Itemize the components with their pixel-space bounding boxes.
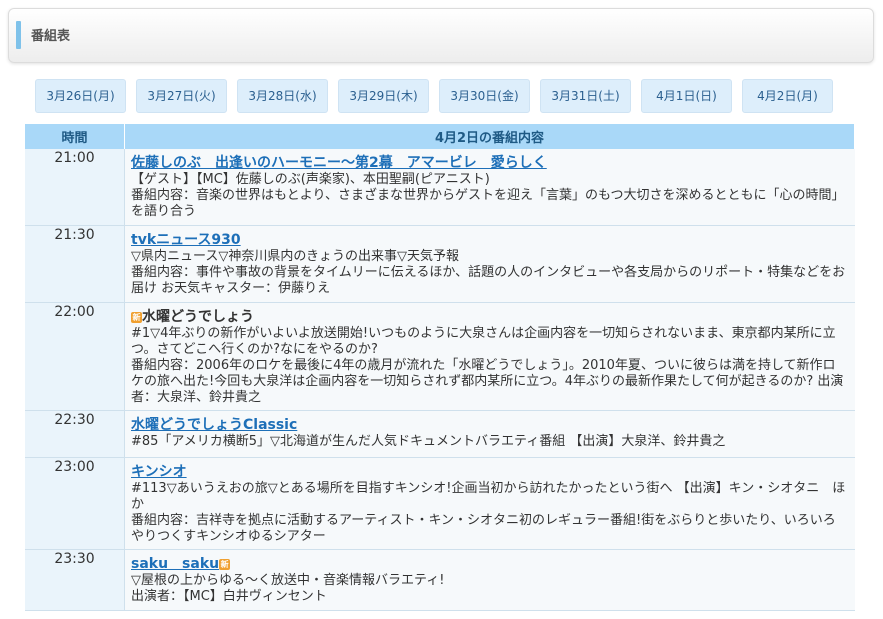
program-detail: #1▽4年ぶりの新作がいよいよ放送開始!いつものように大泉さんは企画内容を一切知… — [131, 325, 836, 357]
program-detail: 番組内容：音楽の世界はもとより、さまざまな世界からゲストを迎え「言葉」のもつ大切… — [131, 188, 845, 219]
time-cell: 23:30 — [25, 549, 125, 611]
program-detail: 【ゲスト】【MC】佐藤しのぶ(声楽家)、本田聖嗣(ピアニスト) — [131, 172, 490, 187]
date-tab-0330[interactable]: 3月30日(金) — [439, 79, 530, 113]
program-detail: 番組内容：吉祥寺を拠点に活動するアーティスト・キン・シオタニ初のレギュラー番組!… — [131, 512, 836, 544]
program-title-link[interactable]: saku saku — [131, 556, 219, 572]
column-header-content: 4月2日の番組内容 — [124, 124, 855, 149]
program-cell: 佐藤しのぶ 出逢いのハーモニー〜第2幕 アマービレ 愛らしく 【ゲスト】【MC】… — [124, 149, 855, 226]
date-tab-0327[interactable]: 3月27日(火) — [136, 79, 227, 113]
table-row: 21:30 tvkニュース930 ▽県内ニュース▽神奈川県内のきょうの出来事▽天… — [25, 225, 855, 303]
program-detail: 番組内容：2006年のロケを最後に4年の歳月が流れた「水曜どうでしょう」。201… — [131, 357, 844, 405]
date-tab-0331[interactable]: 3月31日(土) — [540, 79, 631, 113]
table-row: 22:30 水曜どうでしょうClassic #85「アメリカ横断5」▽北海道が生… — [25, 410, 855, 458]
date-tab-0402[interactable]: 4月2日(月) — [742, 79, 833, 113]
program-detail: 出演者：【MC】白井ヴィンセント — [131, 588, 327, 604]
table-header-row: 時間 4月2日の番組内容 — [25, 124, 855, 149]
program-title-link[interactable]: 水曜どうでしょうClassic — [131, 417, 297, 433]
table-row: 23:00 キンシオ #113▽あいうえおの旅▽とある場所を目指すキンシオ!企画… — [25, 457, 855, 550]
header-accent-bar — [16, 21, 21, 49]
table-row: 22:00 新水曜どうでしょう #1▽4年ぶりの新作がいよいよ放送開始!いつもの… — [25, 302, 855, 411]
program-cell: tvkニュース930 ▽県内ニュース▽神奈川県内のきょうの出来事▽天気予報 番組… — [124, 225, 855, 303]
time-cell: 22:00 — [25, 302, 125, 411]
program-title-link[interactable]: 佐藤しのぶ 出逢いのハーモニー〜第2幕 アマービレ 愛らしく — [131, 155, 547, 171]
schedule-table: 時間 4月2日の番組内容 21:00 佐藤しのぶ 出逢いのハーモニー〜第2幕 ア… — [25, 124, 855, 611]
time-cell: 21:00 — [25, 149, 125, 226]
page-header: 番組表 — [8, 8, 874, 63]
time-cell: 21:30 — [25, 225, 125, 303]
program-detail: ▽屋根の上からゆる〜く放送中・音楽情報バラエティ! — [131, 572, 445, 588]
time-cell: 23:00 — [25, 457, 125, 550]
program-detail: #113▽あいうえおの旅▽とある場所を目指すキンシオ!企画当初から訪れたかったと… — [131, 480, 846, 512]
page-title: 番組表 — [31, 29, 71, 44]
time-cell: 22:30 — [25, 410, 125, 458]
program-cell: 水曜どうでしょうClassic #85「アメリカ横断5」▽北海道が生んだ人気ドキ… — [124, 410, 855, 458]
new-badge-icon: 新 — [131, 311, 142, 323]
date-tab-0326[interactable]: 3月26日(月) — [35, 79, 126, 113]
new-badge-icon: 新 — [219, 558, 231, 570]
date-tab-0328[interactable]: 3月28日(水) — [237, 79, 328, 113]
program-title: 水曜どうでしょう — [142, 308, 254, 325]
table-row: 23:30 saku saku 新 ▽屋根の上からゆる〜く放送中・音楽情報バラエテ… — [25, 549, 855, 611]
date-tab-0329[interactable]: 3月29日(木) — [338, 79, 429, 113]
program-cell: 新水曜どうでしょう #1▽4年ぶりの新作がいよいよ放送開始!いつものように大泉さ… — [124, 302, 855, 411]
column-header-time: 時間 — [25, 124, 125, 149]
date-tab-0401[interactable]: 4月1日(日) — [641, 79, 732, 113]
program-title-link[interactable]: tvkニュース930 — [131, 232, 241, 248]
program-cell: キンシオ #113▽あいうえおの旅▽とある場所を目指すキンシオ!企画当初から訪れ… — [124, 457, 855, 550]
program-detail: 番組内容：事件や事故の背景をタイムリーに伝えるほか、話題の人のインタビューや各支… — [131, 264, 846, 296]
program-detail: ▽県内ニュース▽神奈川県内のきょうの出来事▽天気予報 — [131, 248, 459, 264]
table-row: 21:00 佐藤しのぶ 出逢いのハーモニー〜第2幕 アマービレ 愛らしく 【ゲス… — [25, 149, 855, 226]
program-cell: saku saku 新 ▽屋根の上からゆる〜く放送中・音楽情報バラエティ! 出演者… — [124, 549, 855, 611]
program-detail: #85「アメリカ横断5」▽北海道が生んだ人気ドキュメントバラエティ番組 【出演】… — [131, 433, 726, 449]
program-title-link[interactable]: キンシオ — [131, 464, 187, 480]
